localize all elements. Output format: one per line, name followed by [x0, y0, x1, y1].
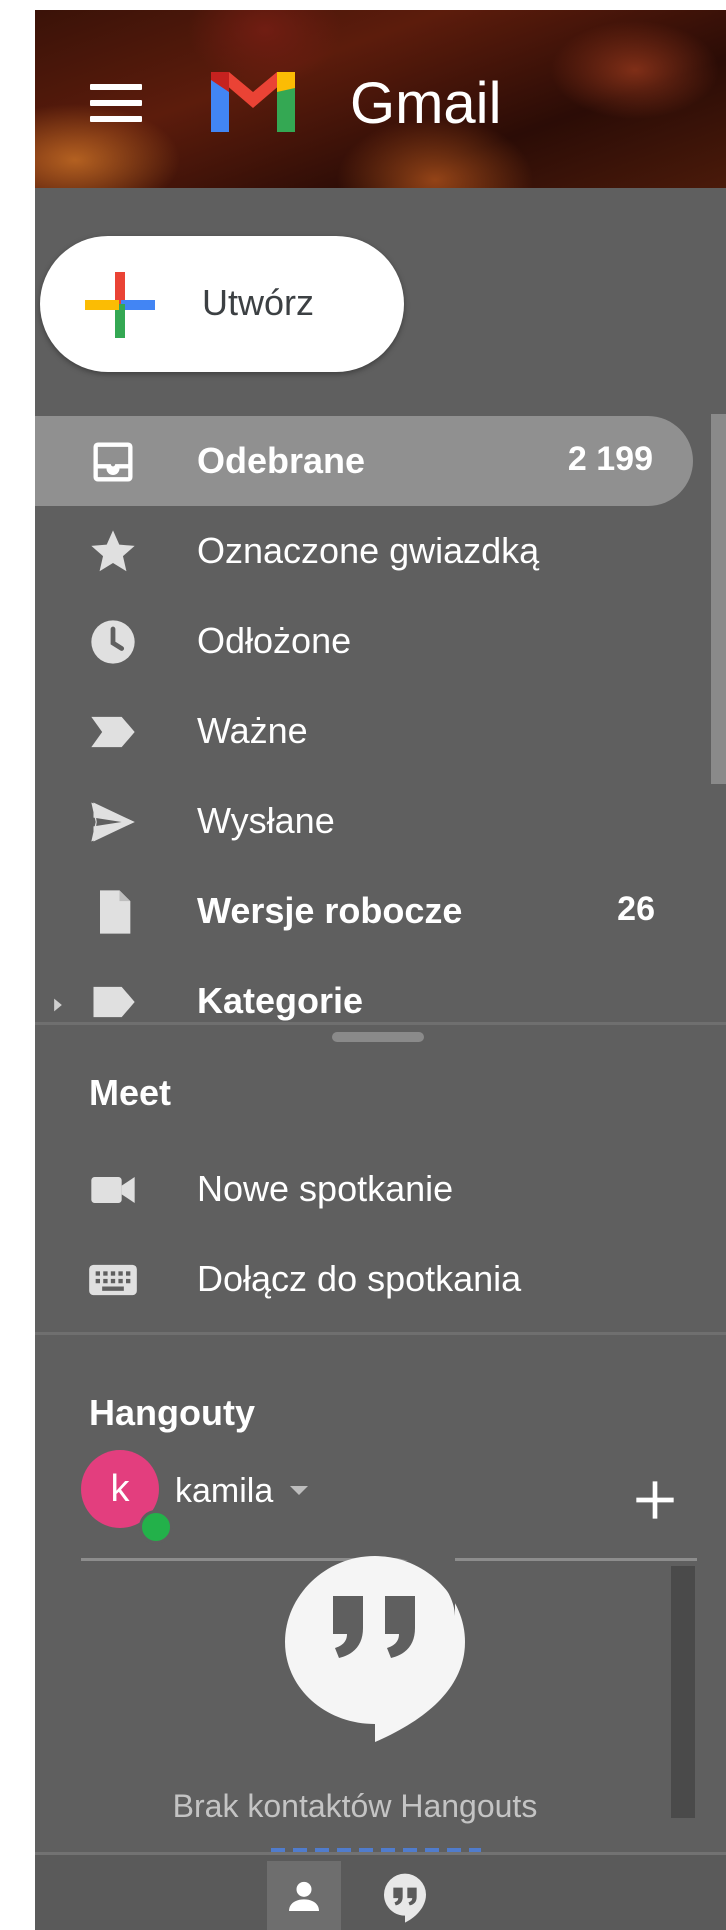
draft-icon [100, 890, 131, 934]
inbox-icon [93, 442, 133, 482]
bottom-tab-bar [35, 1852, 726, 1930]
nav-item-sent[interactable]: Wysłane [35, 776, 695, 866]
nav-item-important[interactable]: Ważne [35, 686, 695, 776]
nav-item-snoozed[interactable]: Odłożone [35, 596, 695, 686]
important-icon [91, 716, 135, 748]
nav-label-inbox: Odebrane [197, 440, 366, 481]
nav-item-drafts[interactable]: Wersje robocze 26 [35, 866, 695, 956]
hangouts-section-title: Hangouty [89, 1392, 255, 1433]
meet-new-meeting[interactable]: Nowe spotkanie [35, 1144, 695, 1234]
inbox-unread-count: 2 199 [567, 440, 653, 478]
nav-label-drafts: Wersje robocze [197, 890, 463, 931]
meet-new-meeting-label: Nowe spotkanie [197, 1168, 454, 1209]
hangouts-empty-message: Brak kontaktów Hangouts [172, 1788, 538, 1824]
label-icon [93, 986, 135, 1018]
compose-button[interactable]: Utwórz [40, 236, 404, 372]
nav-scrollbar[interactable] [711, 414, 726, 784]
chevron-down-icon[interactable] [290, 1486, 308, 1495]
section-divider [35, 1332, 726, 1335]
app-header: Gmail [35, 10, 726, 188]
meet-section-title: Meet [89, 1072, 172, 1113]
panel-resize-handle[interactable] [332, 1032, 424, 1042]
nav-label-important: Ważne [197, 710, 308, 751]
meet-join-meeting-label: Dołącz do spotkania [197, 1258, 522, 1299]
gmail-brand-text[interactable]: Gmail [350, 70, 501, 138]
video-camera-icon [91, 1177, 135, 1203]
online-status-indicator [139, 1510, 173, 1544]
clock-icon [91, 620, 135, 664]
hangouts-scrollbar[interactable] [671, 1566, 695, 1818]
hangouts-user-name[interactable]: kamila [175, 1472, 273, 1511]
person-icon [289, 1881, 319, 1911]
expand-arrow-icon[interactable] [51, 996, 65, 1014]
tab-contacts[interactable] [267, 1861, 341, 1930]
drafts-count: 26 [617, 890, 655, 928]
nav-item-starred[interactable]: Oznaczone gwiazdką [35, 506, 695, 596]
meet-join-meeting[interactable]: Dołącz do spotkania [35, 1234, 695, 1324]
add-contact-plus-icon[interactable] [627, 1472, 683, 1528]
nav-label-snoozed: Odłożone [197, 620, 352, 661]
main-menu-icon[interactable] [90, 84, 142, 124]
section-divider [35, 1022, 726, 1025]
gmail-sidebar: Gmail Utwórz Odebrane 2 199 Oznaczone gw… [35, 10, 726, 1930]
keyboard-icon [89, 1264, 137, 1296]
hangouts-chat-icon[interactable] [377, 1869, 433, 1925]
nav-label-starred: Oznaczone gwiazdką [197, 530, 540, 571]
star-icon [91, 530, 135, 572]
gmail-logo[interactable] [203, 62, 303, 138]
hangouts-quote-bubble-icon [285, 1556, 465, 1742]
compose-plus-icon [85, 272, 155, 338]
nav-label-sent: Wysłane [197, 800, 335, 841]
nav-item-categories[interactable]: Kategorie [35, 956, 695, 1024]
compose-label: Utwórz [202, 282, 315, 323]
nav-item-inbox[interactable]: Odebrane 2 199 [35, 416, 693, 506]
send-icon [91, 802, 135, 842]
nav-label-categories: Kategorie [197, 980, 364, 1021]
